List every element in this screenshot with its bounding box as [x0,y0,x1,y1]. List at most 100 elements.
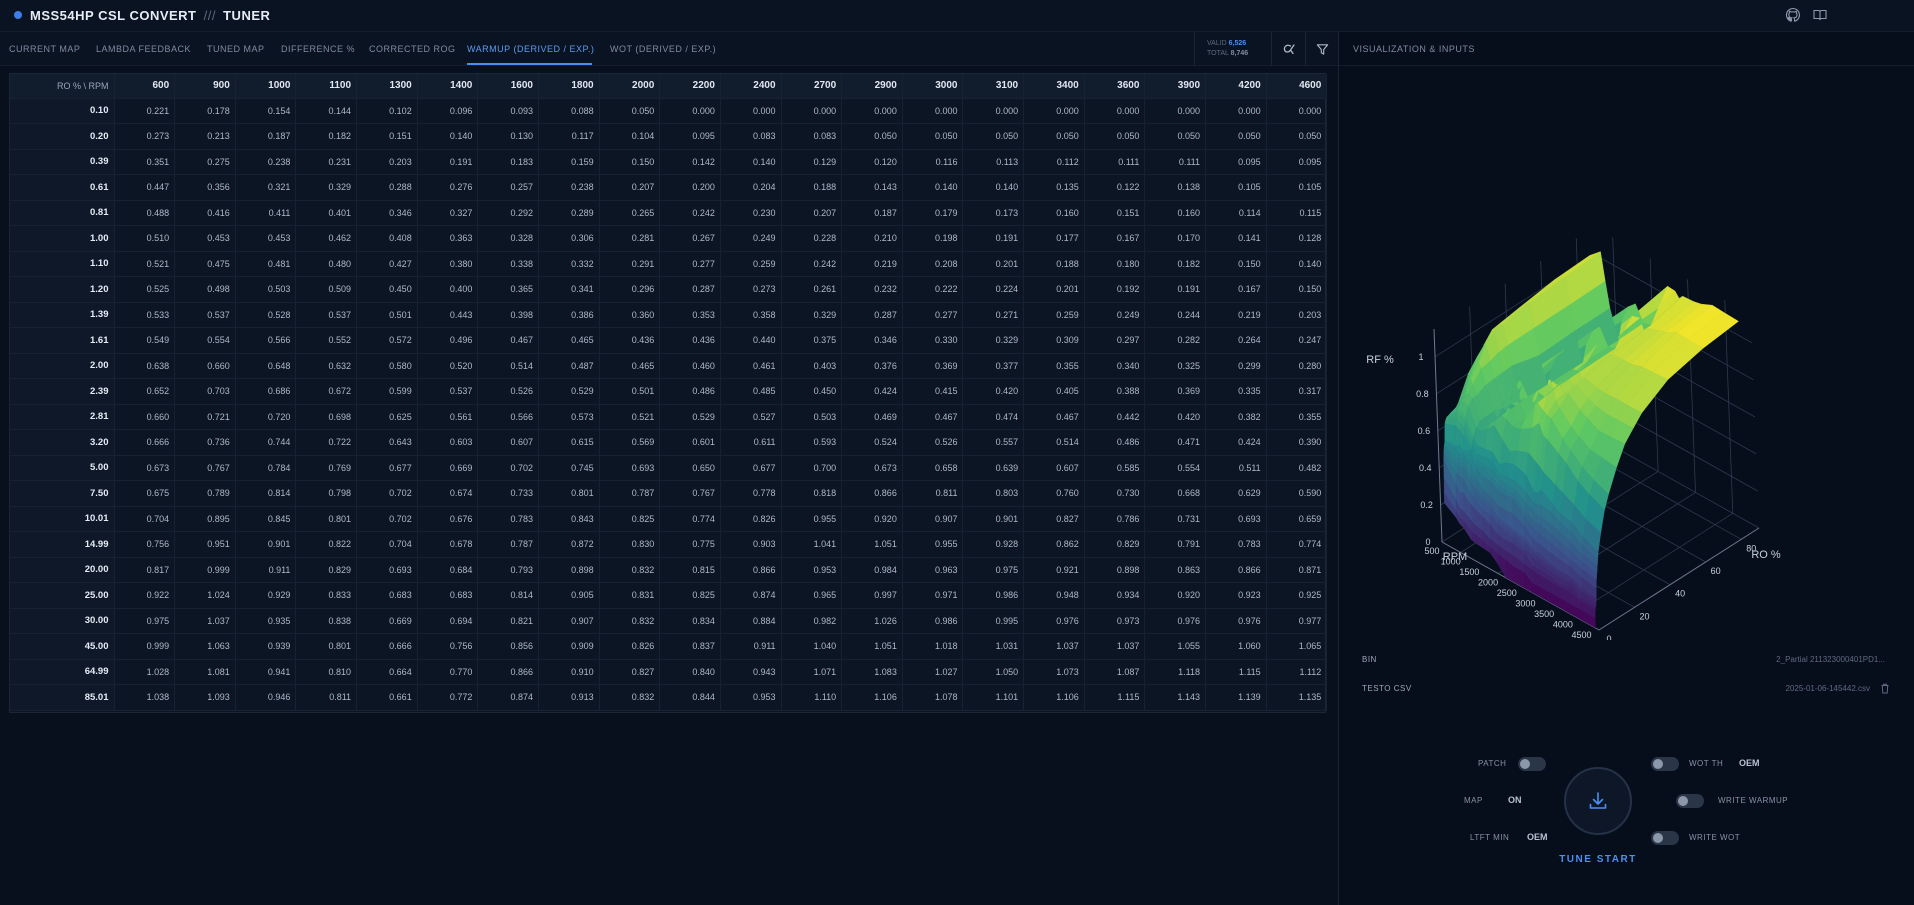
table-cell[interactable]: 0.183 [477,149,539,175]
table-cell[interactable]: 0.863 [1144,557,1207,583]
table-cell[interactable]: 0.420 [962,378,1025,405]
table-cell[interactable]: 0.281 [599,225,661,252]
table-cell[interactable]: 1.026 [841,608,903,634]
table-cell[interactable]: 0.353 [659,302,721,328]
table-cell[interactable]: 0.122 [1084,174,1146,201]
table-cell[interactable]: 0.170 [1144,225,1207,252]
table-cell[interactable]: 1.101 [962,684,1025,711]
table-cell[interactable]: 0.355 [1023,353,1085,379]
table-cell[interactable]: 0.329 [781,302,843,328]
table-cell[interactable]: 0.142 [659,149,721,175]
map-value[interactable]: ON [1508,795,1522,805]
table-cell[interactable]: 0.000 [962,98,1025,124]
table-cell[interactable]: 0.450 [781,378,843,405]
table-cell[interactable]: 0.296 [599,276,661,303]
table-cell[interactable]: 0.130 [477,123,539,150]
table-cell[interactable]: 0.050 [1144,123,1207,150]
filter-button[interactable] [1306,32,1338,66]
table-cell[interactable]: 0.329 [962,327,1025,354]
table-cell[interactable]: 0.230 [720,200,782,226]
table-cell[interactable]: 0.140 [720,149,782,175]
tab-difference[interactable]: DIFFERENCE % [281,44,355,54]
table-cell[interactable]: 0.398 [477,302,539,328]
table-cell[interactable]: 0.955 [902,531,964,558]
table-cell[interactable]: 0.503 [781,404,843,430]
table-cell[interactable]: 0.659 [1266,506,1328,532]
table-cell[interactable]: 0.213 [174,123,236,150]
table-cell[interactable]: 0.683 [417,582,479,609]
table-cell[interactable]: 1.135 [1266,684,1328,711]
table-cell[interactable]: 0.787 [599,480,661,507]
table-cell[interactable]: 0.811 [295,684,358,711]
table-cell[interactable]: 1.027 [902,659,964,685]
table-cell[interactable]: 0.818 [781,480,843,507]
table-cell[interactable]: 0.652 [114,378,176,405]
table-cell[interactable]: 0.415 [902,378,964,405]
table-cell[interactable]: 0.514 [1023,429,1085,456]
table-cell[interactable]: 0.920 [841,506,903,532]
table-cell[interactable]: 0.744 [235,429,297,456]
table-cell[interactable]: 0.648 [235,353,297,379]
table-cell[interactable]: 0.821 [477,608,539,634]
table-cell[interactable]: 1.037 [174,608,236,634]
table-cell[interactable]: 0.083 [781,123,843,150]
table-cell[interactable]: 1.078 [902,684,964,711]
table-cell[interactable]: 0.335 [1205,378,1267,405]
table-cell[interactable]: 0.669 [417,455,479,481]
table-cell[interactable]: 0.376 [841,353,903,379]
table-cell[interactable]: 0.330 [902,327,964,354]
tab-warmup[interactable]: WARMUP (DERIVED / EXP.) [467,44,594,54]
table-cell[interactable]: 0.704 [114,506,176,532]
table-cell[interactable]: 0.180 [1084,251,1146,277]
table-cell[interactable]: 0.814 [235,480,297,507]
table-cell[interactable]: 0.112 [1023,149,1085,175]
table-cell[interactable]: 0.465 [599,353,661,379]
table-cell[interactable]: 0.416 [174,200,236,226]
table-cell[interactable]: 0.922 [114,582,176,609]
table-cell[interactable]: 0.829 [295,557,358,583]
table-cell[interactable]: 0.453 [235,225,297,252]
table-cell[interactable]: 0.786 [1084,506,1146,532]
table-cell[interactable]: 0.140 [902,174,964,201]
table-cell[interactable]: 0.872 [538,531,600,558]
table-cell[interactable]: 0.182 [295,123,358,150]
table-cell[interactable]: 0.329 [295,174,358,201]
table-cell[interactable]: 0.000 [1023,98,1085,124]
table-cell[interactable]: 0.704 [356,531,418,558]
table-cell[interactable]: 0.844 [659,684,721,711]
table-cell[interactable]: 0.475 [174,251,236,277]
table-cell[interactable]: 0.000 [1084,98,1146,124]
table-cell[interactable]: 0.259 [1023,302,1085,328]
table-cell[interactable]: 1.065 [1266,633,1328,660]
ltft-min-value[interactable]: OEM [1527,832,1548,842]
table-cell[interactable]: 0.722 [295,429,358,456]
table-cell[interactable]: 0.874 [477,684,539,711]
table-cell[interactable]: 0.386 [538,302,600,328]
table-cell[interactable]: 0.810 [295,659,358,685]
table-cell[interactable]: 0.973 [1084,608,1146,634]
table-cell[interactable]: 0.856 [477,633,539,660]
table-cell[interactable]: 0.731 [1144,506,1207,532]
table-cell[interactable]: 0.116 [902,149,964,175]
table-cell[interactable]: 0.526 [902,429,964,456]
table-cell[interactable]: 0.167 [1205,276,1267,303]
table-cell[interactable]: 0.360 [599,302,661,328]
table-cell[interactable]: 0.143 [841,174,903,201]
table-cell[interactable]: 0.207 [599,174,661,201]
table-cell[interactable]: 0.150 [1205,251,1267,277]
table-cell[interactable]: 0.204 [720,174,782,201]
table-cell[interactable]: 0.898 [1084,557,1146,583]
table-cell[interactable]: 0.963 [902,557,964,583]
table-cell[interactable]: 0.910 [538,659,600,685]
table-cell[interactable]: 1.115 [1205,659,1267,685]
table-cell[interactable]: 0.144 [295,98,358,124]
table-cell[interactable]: 0.660 [114,404,176,430]
table-cell[interactable]: 0.140 [1266,251,1328,277]
table-cell[interactable]: 0.554 [1144,455,1207,481]
table-cell[interactable]: 0.219 [841,251,903,277]
table-cell[interactable]: 0.827 [599,659,661,685]
table-cell[interactable]: 0.521 [599,404,661,430]
table-cell[interactable]: 0.678 [417,531,479,558]
table-cell[interactable]: 0.638 [114,353,176,379]
table-cell[interactable]: 1.031 [962,633,1025,660]
